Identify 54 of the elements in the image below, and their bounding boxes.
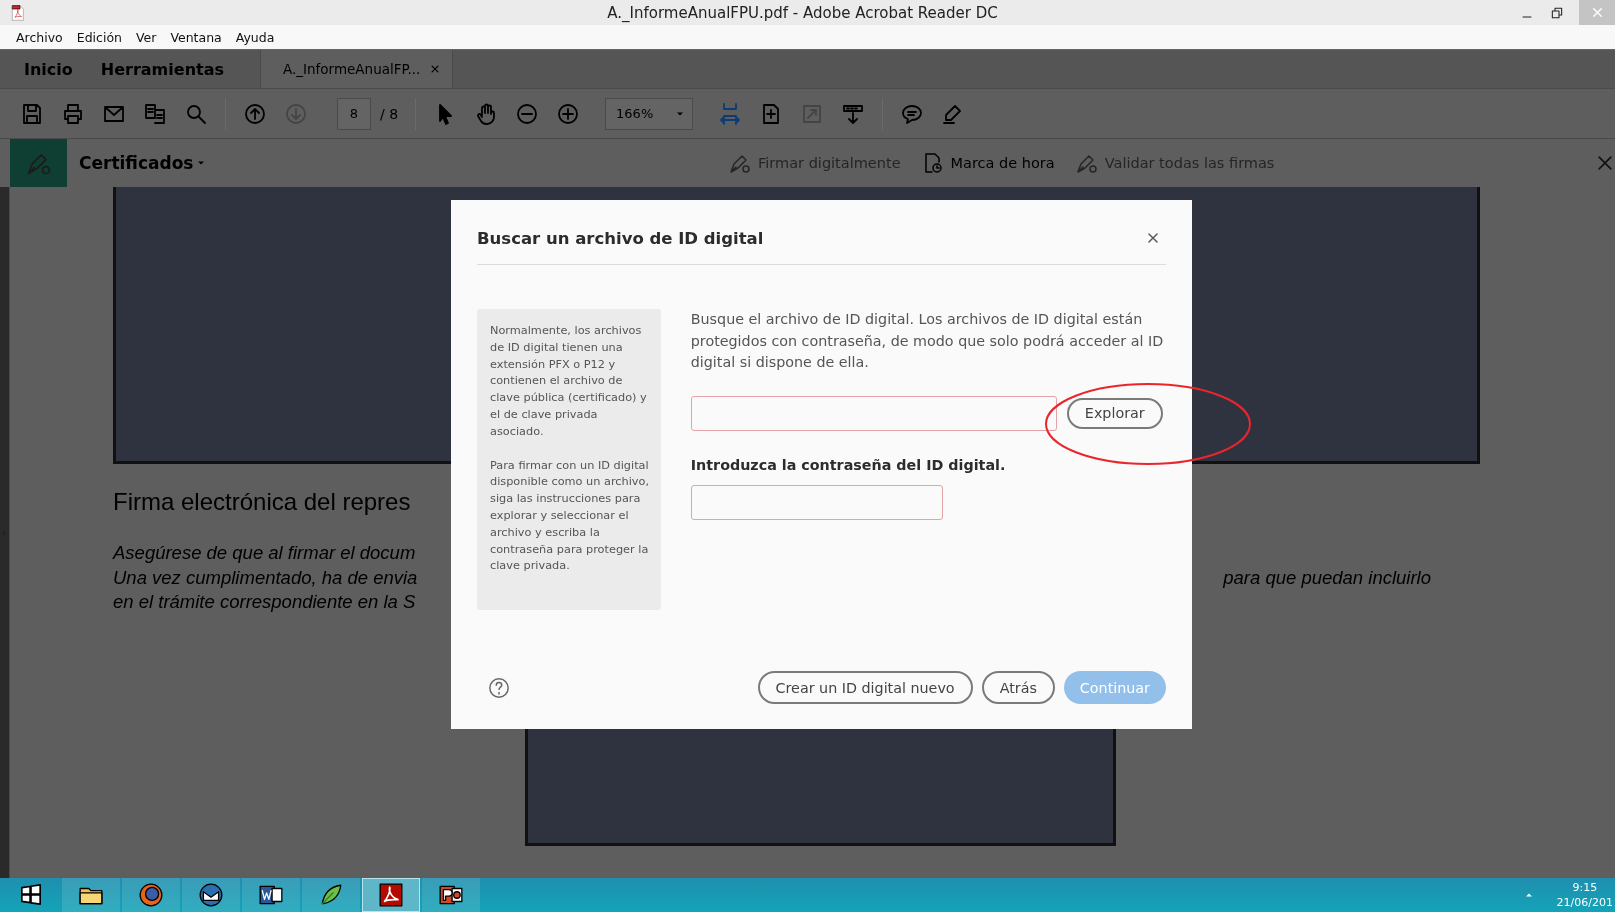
dialog-button[interactable]: Atrás (981, 671, 1055, 704)
page-number-field[interactable]: 8 (337, 97, 371, 130)
save-icon[interactable] (20, 101, 44, 126)
documents-icon[interactable] (143, 101, 167, 126)
windows-logo-icon[interactable] (18, 884, 44, 906)
fit-page-icon[interactable] (718, 101, 743, 126)
taskbar-app[interactable] (122, 878, 180, 912)
taskbar-app[interactable] (182, 878, 240, 912)
help-icon[interactable] (488, 676, 510, 699)
file-path-field[interactable] (690, 395, 1057, 431)
password-label: Introduzca la contraseña del ID digital. (690, 456, 1007, 473)
tab[interactable]: Herramientas (86, 50, 238, 88)
pdf-app-icon (378, 882, 404, 908)
mail-bird-icon (198, 882, 224, 908)
certificates-menu[interactable]: Certificados (79, 153, 208, 173)
document-text: Una vez cumplimentado, ha de envia (113, 565, 418, 590)
menu-item[interactable]: Ayuda (235, 29, 275, 45)
menu-item[interactable]: Edición (76, 29, 122, 45)
close-icon[interactable] (1595, 153, 1615, 173)
dialog-button[interactable]: Crear un ID digital nuevo (757, 671, 973, 704)
page-count: / 8 (380, 105, 399, 122)
window-title: A._InformeAnualFPU.pdf - Adobe Acrobat Reader DC (606, 3, 999, 22)
zoom-dropdown[interactable]: 166% (605, 97, 694, 130)
close-icon[interactable] (1146, 231, 1160, 245)
toolbar-action[interactable]: Marca de hora (920, 151, 1055, 175)
clock-time: 9:15 (1571, 880, 1599, 895)
dialog-title: Buscar un archivo de ID digital (477, 228, 764, 248)
close-icon[interactable] (430, 64, 441, 74)
description-text: Busque el archivo de ID digital. Los archivos de ID digital están protegidos con contraseña, de modo que solo podrá acceder al ID digital si dispone de ella. (690, 310, 1165, 372)
taskbar-app[interactable] (362, 878, 420, 912)
info-text: Normalmente, los archivos de ID digital tienen una extensión PFX o P12 y contienen el archivo de clave pública (certificado) y el de clave privada asociado. (490, 323, 648, 440)
document-text: en el trámite correspondiente en la S (113, 590, 416, 614)
taskbar-app[interactable] (302, 878, 360, 912)
zoom-out-icon[interactable] (515, 101, 540, 126)
taskbar-app[interactable] (242, 878, 300, 912)
globe-icon (138, 882, 164, 908)
menu-item[interactable]: Ver (135, 29, 157, 45)
tab[interactable]: Inicio (10, 50, 87, 88)
zoom-in-icon[interactable] (556, 101, 581, 126)
close-icon (1590, 6, 1604, 19)
password-field[interactable] (690, 484, 943, 520)
print-icon[interactable] (61, 101, 85, 126)
clock-date: 21/06/201 (1556, 895, 1613, 910)
document-heading: Firma electrónica del repres (113, 488, 411, 516)
menu-item[interactable]: Ventana (170, 29, 222, 45)
info-text: Para firmar con un ID digital disponible como un archivo, siga las instrucciones para explorar y seleccionar el archivo y escriba la contraseña para proteger la clave privada. (490, 457, 650, 575)
taskbar-app[interactable] (62, 878, 120, 912)
tab[interactable]: A._InformeAnualFP... (260, 50, 454, 88)
pdf-file-icon (10, 3, 26, 22)
taskbar-app[interactable] (422, 878, 480, 912)
browse-button[interactable]: Explorar (1066, 397, 1163, 429)
document-text: Asegúrese de que al firmar el docum (113, 541, 416, 565)
document-text: para que puedan incluirlo (1223, 565, 1431, 590)
menu-item[interactable]: Archivo (16, 29, 63, 45)
